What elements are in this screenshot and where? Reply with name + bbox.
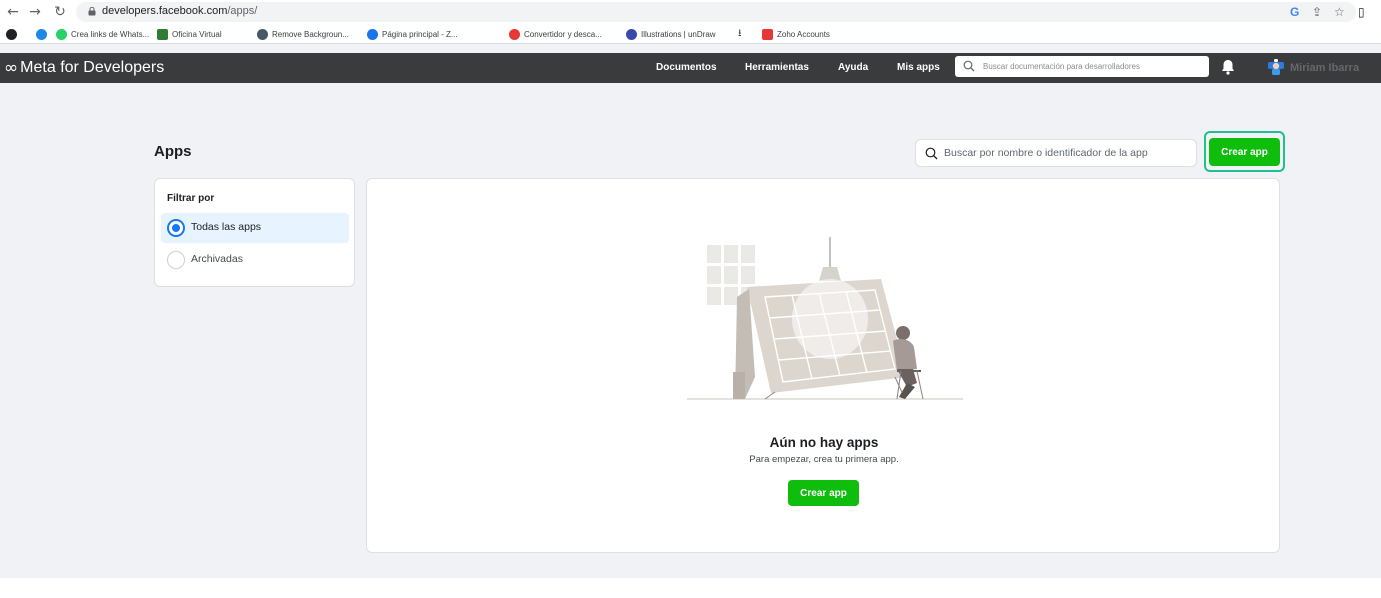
meta-logo[interactable]: ∞ Meta for Developers bbox=[4, 58, 164, 78]
page-footer bbox=[0, 578, 1381, 598]
sidebar-panel-icon[interactable]: ▯ bbox=[1358, 4, 1365, 20]
filter-title: Filtrar por bbox=[167, 193, 215, 204]
share-icon[interactable]: ⇪ bbox=[1312, 4, 1322, 20]
filter-option-all[interactable]: Todas las apps bbox=[161, 213, 349, 243]
star-bookmark-icon[interactable]: ☆ bbox=[1334, 4, 1345, 20]
bookmarks-bar: Crea links de Whats... Oficina Virtual R… bbox=[0, 24, 1381, 44]
user-name[interactable]: Miriam Ibarra bbox=[1290, 53, 1359, 83]
bookmark-4[interactable]: Convertidor y desca... bbox=[509, 27, 602, 41]
lock-icon bbox=[88, 7, 96, 16]
web-globe-icon[interactable] bbox=[6, 27, 17, 41]
filter-label-all: Todas las apps bbox=[191, 221, 262, 233]
bookmark-0[interactable]: Crea links de Whats... bbox=[56, 27, 149, 41]
url-text: developers.facebook.com/apps/ bbox=[102, 5, 258, 17]
download-icon[interactable]: ⭳ bbox=[738, 27, 742, 41]
docs-search-input[interactable] bbox=[983, 57, 1203, 76]
eye-link-icon[interactable] bbox=[36, 27, 47, 41]
zoho-icon bbox=[367, 28, 378, 40]
apps-list-panel: Aún no hay apps Para empezar, crea tu pr… bbox=[366, 178, 1280, 553]
radio-archived[interactable] bbox=[167, 251, 185, 269]
filter-option-archived[interactable]: Archivadas bbox=[161, 245, 349, 275]
empty-state-illustration bbox=[687, 237, 963, 400]
empty-state-subtitle: Para empezar, crea tu primera app. bbox=[749, 454, 899, 465]
create-app-button[interactable]: Crear app bbox=[1209, 138, 1280, 166]
bookmark-2[interactable]: Remove Backgroun... bbox=[257, 27, 349, 41]
nav-ayuda[interactable]: Ayuda bbox=[838, 53, 868, 83]
google-g-icon[interactable]: G bbox=[1290, 4, 1299, 20]
bell-icon[interactable] bbox=[1221, 59, 1235, 75]
reload-icon[interactable]: ↻ bbox=[51, 3, 69, 21]
app-search[interactable] bbox=[915, 139, 1197, 167]
undraw-icon bbox=[626, 28, 637, 40]
nav-mis-apps[interactable]: Mis apps bbox=[897, 53, 940, 83]
filter-label-archived: Archivadas bbox=[191, 253, 243, 265]
avatar[interactable] bbox=[1267, 58, 1285, 76]
search-icon bbox=[925, 147, 938, 160]
whatsapp-link-icon bbox=[56, 28, 67, 40]
browser-toolbar: ← → ↻ developers.facebook.com/apps/ G ⇪ … bbox=[0, 0, 1381, 24]
page-title: Apps bbox=[154, 143, 192, 160]
create-first-app-button[interactable]: Crear app bbox=[788, 480, 859, 506]
filter-panel: Filtrar por Todas las apps Archivadas bbox=[154, 178, 355, 287]
oficina-icon bbox=[157, 28, 168, 40]
radio-all-apps[interactable] bbox=[167, 219, 185, 237]
nav-documentos[interactable]: Documentos bbox=[656, 53, 717, 83]
empty-state-title: Aún no hay apps bbox=[769, 435, 879, 450]
bookmark-5[interactable]: Illustrations | unDraw bbox=[626, 27, 716, 41]
nav-herramientas[interactable]: Herramientas bbox=[745, 53, 809, 83]
address-bar[interactable]: developers.facebook.com/apps/ bbox=[76, 2, 1356, 22]
converter-icon bbox=[509, 28, 520, 40]
search-icon bbox=[963, 60, 975, 72]
zoho-accounts-icon bbox=[762, 28, 773, 40]
bookmark-3[interactable]: Página principal - Z... bbox=[367, 27, 458, 41]
bookmark-1[interactable]: Oficina Virtual bbox=[157, 27, 222, 41]
remove-bg-icon bbox=[257, 28, 268, 40]
forward-arrow-icon[interactable]: → bbox=[26, 3, 44, 21]
bookmark-6[interactable]: Zoho Accounts bbox=[762, 27, 830, 41]
meta-infinity-icon: ∞ bbox=[4, 58, 19, 78]
back-arrow-icon[interactable]: ← bbox=[4, 3, 22, 21]
docs-search[interactable] bbox=[955, 56, 1209, 77]
app-search-input[interactable] bbox=[944, 143, 1192, 163]
